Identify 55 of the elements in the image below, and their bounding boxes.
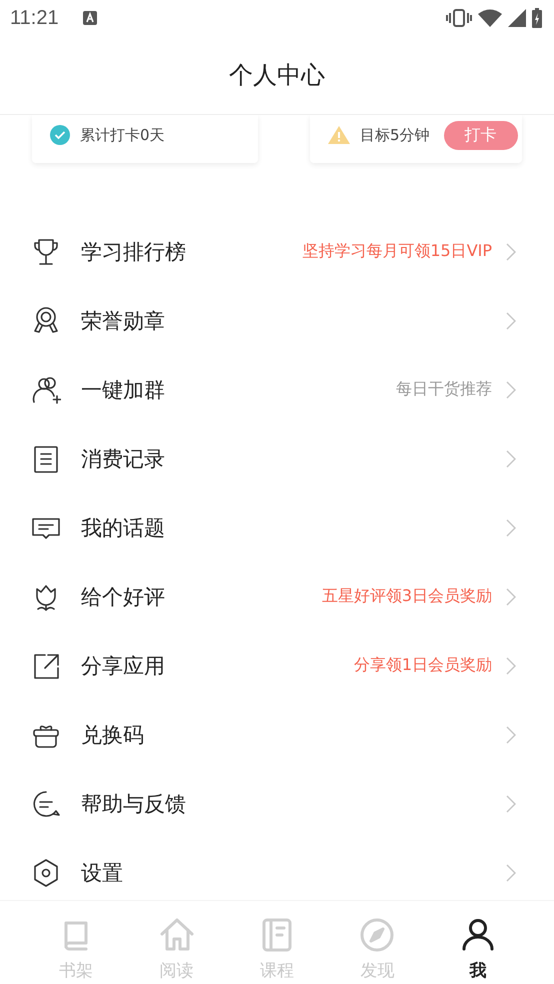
tab[interactable]: 我 xyxy=(448,901,508,984)
menu-item[interactable]: 给个好评 五星好评领3日会员奖励 xyxy=(0,562,554,631)
chevron-icon xyxy=(506,864,516,882)
signal-icon xyxy=(508,9,526,27)
chevron-icon xyxy=(506,656,516,674)
vibrate-icon xyxy=(446,9,472,27)
menu-item[interactable]: 我的话题 xyxy=(0,493,554,562)
menu-item[interactable]: 帮助与反馈 xyxy=(0,769,554,838)
menu-label: 我的话题 xyxy=(81,514,166,542)
compass-icon xyxy=(359,917,396,953)
clipboard-icon xyxy=(31,444,61,474)
menu-item[interactable]: 学习排行榜 坚持学习每月可领15日VIP xyxy=(0,217,554,286)
menu-label: 一键加群 xyxy=(81,376,166,404)
menu-label: 消费记录 xyxy=(81,446,166,472)
check-icon xyxy=(50,125,70,145)
chevron-icon xyxy=(506,312,516,330)
menu-label: 帮助与反馈 xyxy=(81,790,187,818)
person-icon xyxy=(460,917,496,953)
warning-icon xyxy=(328,126,350,144)
home-icon xyxy=(158,917,195,953)
menu-label: 给个好评 xyxy=(81,584,166,610)
chevron-icon xyxy=(506,588,516,606)
menu-item[interactable]: 一键加群 每日干货推荐 xyxy=(0,355,554,424)
trophy-icon xyxy=(31,236,61,266)
chevron-icon xyxy=(506,380,516,398)
menu-label: 设置 xyxy=(81,860,124,886)
medal-icon xyxy=(31,306,61,336)
menu-item[interactable]: 设置 xyxy=(0,838,554,900)
menu-label: 学习排行榜 xyxy=(81,238,187,266)
chevron-icon xyxy=(506,242,516,260)
menu-hint: 分享领1日会员奖励 xyxy=(354,655,492,676)
chevron-icon xyxy=(506,794,516,812)
card-text: 累计打卡0天 xyxy=(80,126,165,144)
menu-hint: 五星好评领3日会员奖励 xyxy=(322,586,492,607)
settings-icon xyxy=(31,858,61,888)
menu-label: 分享应用 xyxy=(81,652,166,680)
chevron-icon xyxy=(506,726,516,744)
help-icon xyxy=(31,788,61,818)
card-text: 目标5分钟 xyxy=(360,126,430,144)
status-time: 11:21 xyxy=(10,6,59,30)
menu-item[interactable]: 分享应用 分享领1日会员奖励 xyxy=(0,631,554,700)
chevron-icon xyxy=(506,450,516,468)
menu-hint: 每日干货推荐 xyxy=(396,379,492,400)
menu-label: 荣誉勋章 xyxy=(81,308,166,334)
menu-hint: 坚持学习每月可领15日VIP xyxy=(302,241,492,262)
add-people-icon xyxy=(31,374,61,404)
wifi-icon xyxy=(478,9,502,27)
menu-item[interactable]: 兑换码 xyxy=(0,700,554,769)
menu-label: 兑换码 xyxy=(81,722,145,748)
notification-icon xyxy=(82,11,97,25)
menu-item[interactable]: 荣誉勋章 xyxy=(0,286,554,355)
page-title: 个人中心 xyxy=(229,60,325,91)
menu-item[interactable]: 消费记录 xyxy=(0,424,554,493)
chevron-icon xyxy=(506,518,516,536)
battery-icon xyxy=(532,8,542,28)
